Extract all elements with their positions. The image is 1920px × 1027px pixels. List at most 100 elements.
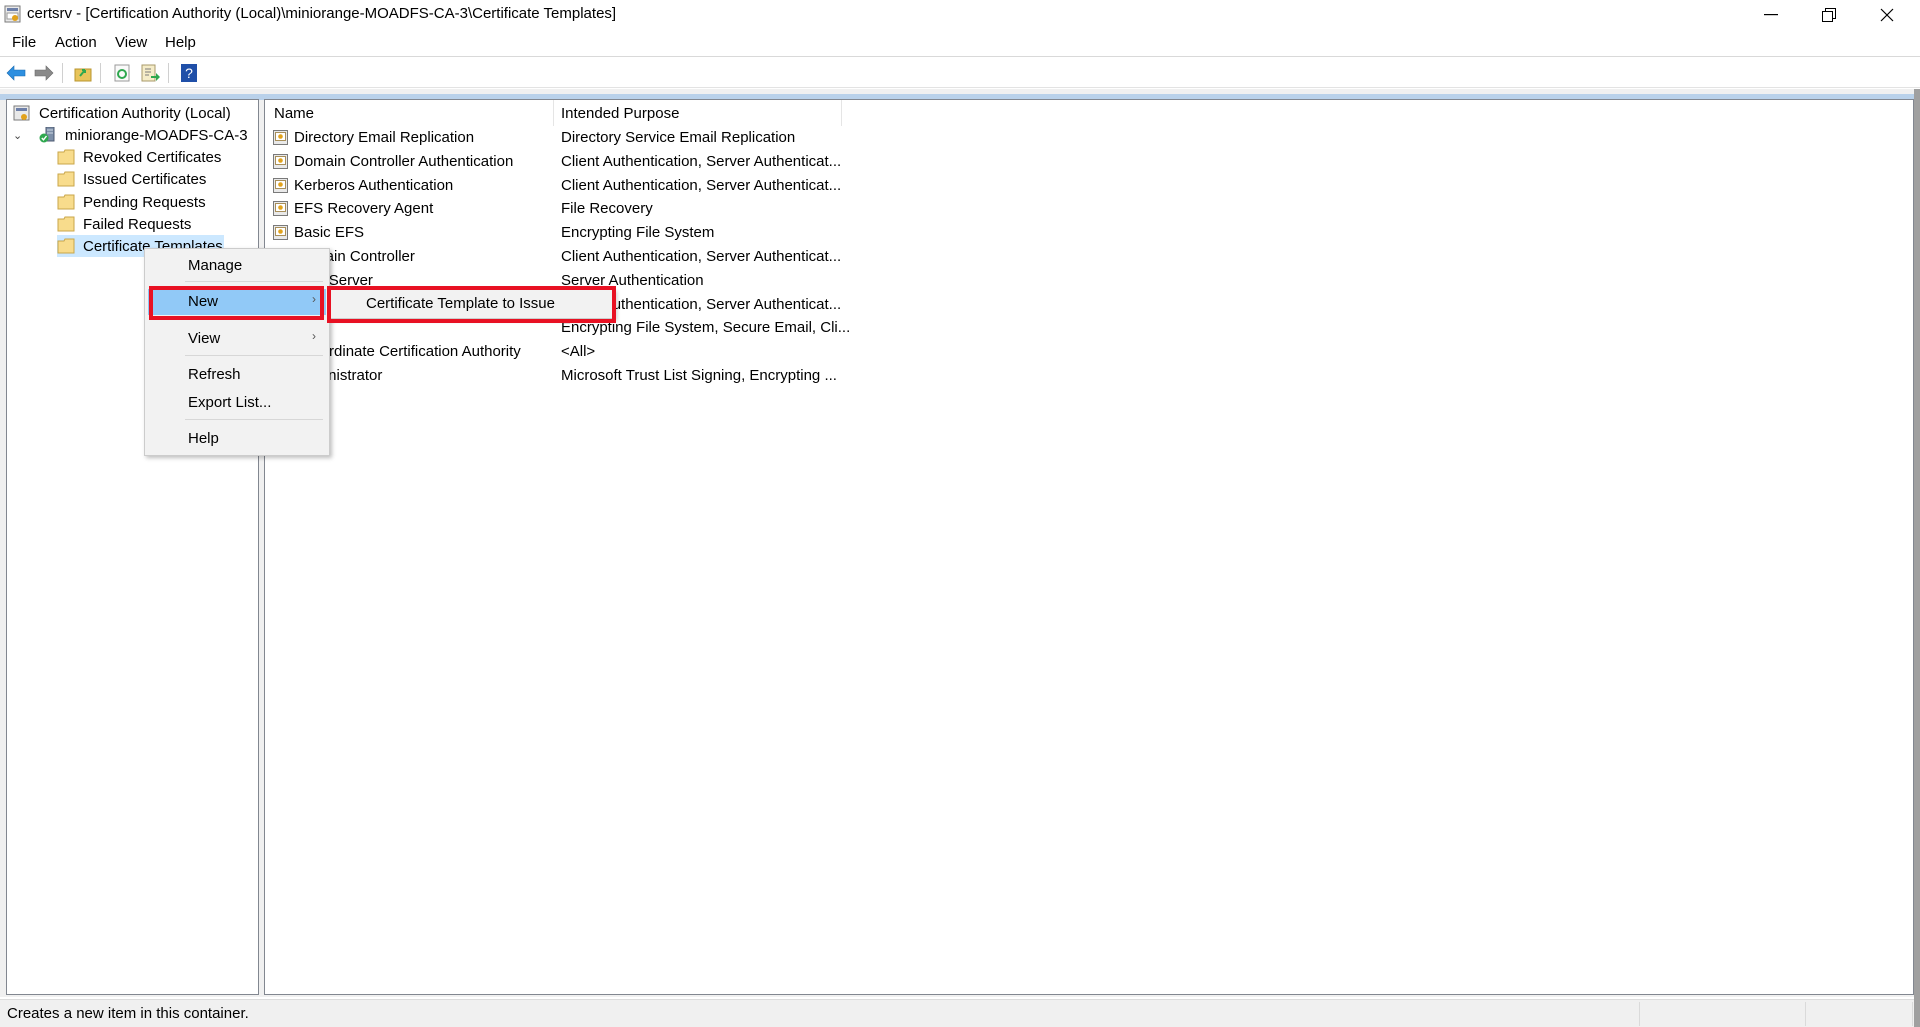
window-edge [1914, 89, 1920, 1027]
context-menu-item-export-list[interactable]: Export List... [148, 390, 326, 416]
up-one-level-button[interactable] [72, 62, 94, 84]
minimize-button[interactable] [1742, 0, 1800, 29]
minimize-icon [1764, 13, 1778, 15]
column-header-name[interactable]: Name [274, 100, 314, 126]
template-name: Domain Controller Authentication [294, 152, 514, 170]
svg-text:?: ? [185, 65, 193, 81]
menu-action[interactable]: Action [55, 34, 97, 51]
status-separator [1912, 1002, 1913, 1026]
tree-item-label: Certification Authority (Local) [39, 104, 231, 122]
tree-item-label: miniorange-MOADFS-CA-3 [65, 126, 248, 144]
tree-item-label: Issued Certificates [83, 170, 207, 188]
folder-icon [57, 171, 75, 187]
certificate-template-icon [273, 201, 288, 217]
tree-item-pending-requests[interactable]: Pending Requests [57, 191, 206, 213]
template-row[interactable]: Domain Controller Authentication Client A… [265, 150, 865, 174]
arrow-right-icon [34, 65, 54, 81]
template-intended-purpose: Client Authentication, Server Authentica… [561, 152, 842, 170]
template-intended-purpose: Microsoft Trust List Signing, Encrypting… [561, 367, 837, 384]
export-list-button[interactable] [140, 62, 162, 84]
status-text: Creates a new item in this container. [7, 1005, 249, 1022]
restore-icon [1822, 7, 1836, 22]
close-icon [1880, 8, 1894, 21]
toolbar: ? [0, 58, 1920, 88]
help-icon: ? [181, 64, 197, 82]
template-name: Kerberos Authentication [294, 176, 454, 194]
annotation-highlight-new [149, 286, 324, 320]
certificate-template-icon [273, 130, 288, 145]
column-separator[interactable] [841, 100, 842, 126]
tree-item-revoked-certificates[interactable]: Revoked Certificates [57, 146, 221, 168]
refresh-icon [114, 64, 130, 82]
result-pane: Name Intended Purpose Directory Email Re… [264, 99, 1914, 995]
menu-item-label: Help [188, 430, 219, 447]
toolbar-separator [100, 63, 101, 83]
column-header-intended-purpose[interactable]: Intended Purpose [561, 100, 679, 126]
template-row[interactable]: EFS Recovery Agent File Recovery [265, 197, 865, 221]
template-row[interactable]: Subordinate Certification Authority <All> [265, 340, 865, 364]
folder-icon [57, 149, 75, 165]
restore-button[interactable] [1800, 0, 1858, 29]
context-menu-item-view[interactable]: View › [148, 326, 326, 352]
close-button[interactable] [1858, 0, 1916, 29]
title-bar: certsrv - [Certification Authority (Loca… [0, 0, 1920, 29]
context-menu-item-refresh[interactable]: Refresh [148, 362, 326, 388]
menu-separator [185, 281, 323, 282]
menu-item-label: Manage [188, 257, 243, 274]
template-name: EFS Recovery Agent [294, 200, 434, 218]
template-intended-purpose: Directory Service Email Replication [561, 129, 796, 146]
menu-item-label: View [188, 330, 221, 347]
menu-bar: File Action View Help [0, 29, 1920, 57]
submenu-arrow-icon: › [312, 329, 316, 343]
tree-item-label: Failed Requests [83, 215, 192, 233]
folder-icon [57, 216, 75, 232]
template-intended-purpose: <All> [561, 343, 596, 361]
template-row[interactable]: Directory Email Replication Directory Ser… [265, 126, 865, 150]
template-row[interactable]: Domain Controller Client Authentication, … [265, 245, 865, 269]
template-name: Basic EFS [294, 224, 365, 242]
folder-icon [57, 238, 75, 254]
toolbar-separator [168, 63, 169, 83]
context-menu-item-help[interactable]: Help [148, 426, 326, 452]
template-name: Directory Email Replication [294, 129, 475, 146]
toolbar-separator [62, 63, 63, 83]
menu-item-label: Refresh [188, 366, 241, 383]
template-row[interactable]: Administrator Microsoft Trust List Signin… [265, 364, 865, 388]
column-separator[interactable] [553, 100, 554, 126]
window-title: certsrv - [Certification Authority (Loca… [27, 5, 617, 22]
menu-help[interactable]: Help [165, 34, 196, 51]
template-intended-purpose: Client Authentication, Server Authentica… [561, 176, 842, 194]
forward-button[interactable] [33, 62, 55, 84]
template-row[interactable]: Basic EFS Encrypting File System [265, 221, 865, 245]
server-icon [39, 127, 55, 143]
certsrv-app-icon [4, 5, 21, 23]
export-list-icon [141, 64, 160, 82]
template-intended-purpose: Client Authentication, Server Authentica… [561, 248, 842, 265]
menu-file[interactable]: File [12, 34, 36, 51]
back-button[interactable] [5, 62, 27, 84]
menu-view[interactable]: View [115, 34, 147, 51]
context-menu-item-manage[interactable]: Manage [148, 253, 326, 279]
status-separator [1805, 1002, 1806, 1026]
tree-item-label: Pending Requests [83, 193, 206, 211]
template-intended-purpose: Encrypting File System [561, 224, 715, 242]
folder-up-icon [74, 68, 92, 82]
tree-item-certification-authority[interactable]: Certification Authority (Local) [13, 102, 231, 124]
menu-item-label: Export List... [188, 394, 272, 411]
status-separator [1639, 1002, 1640, 1026]
refresh-button[interactable] [111, 62, 133, 84]
menu-separator [185, 419, 323, 420]
help-button[interactable]: ? [178, 62, 200, 84]
certificate-template-icon [273, 153, 288, 169]
status-bar: Creates a new item in this container. [0, 999, 1920, 1027]
tree-item-issued-certificates[interactable]: Issued Certificates [57, 168, 206, 190]
template-row[interactable]: Kerberos Authentication Client Authentica… [265, 174, 865, 198]
menu-separator [185, 355, 323, 356]
chevron-down-icon[interactable]: ⌄ [13, 129, 27, 142]
certificate-template-icon [273, 177, 288, 193]
tree-item-ca[interactable]: ⌄ miniorange-MOADFS-CA-3 [13, 124, 248, 146]
certificate-template-icon [273, 225, 288, 241]
tree-item-failed-requests[interactable]: Failed Requests [57, 213, 191, 235]
annotation-highlight-certificate-template-to-issue [327, 286, 616, 323]
arrow-left-icon [6, 65, 26, 81]
